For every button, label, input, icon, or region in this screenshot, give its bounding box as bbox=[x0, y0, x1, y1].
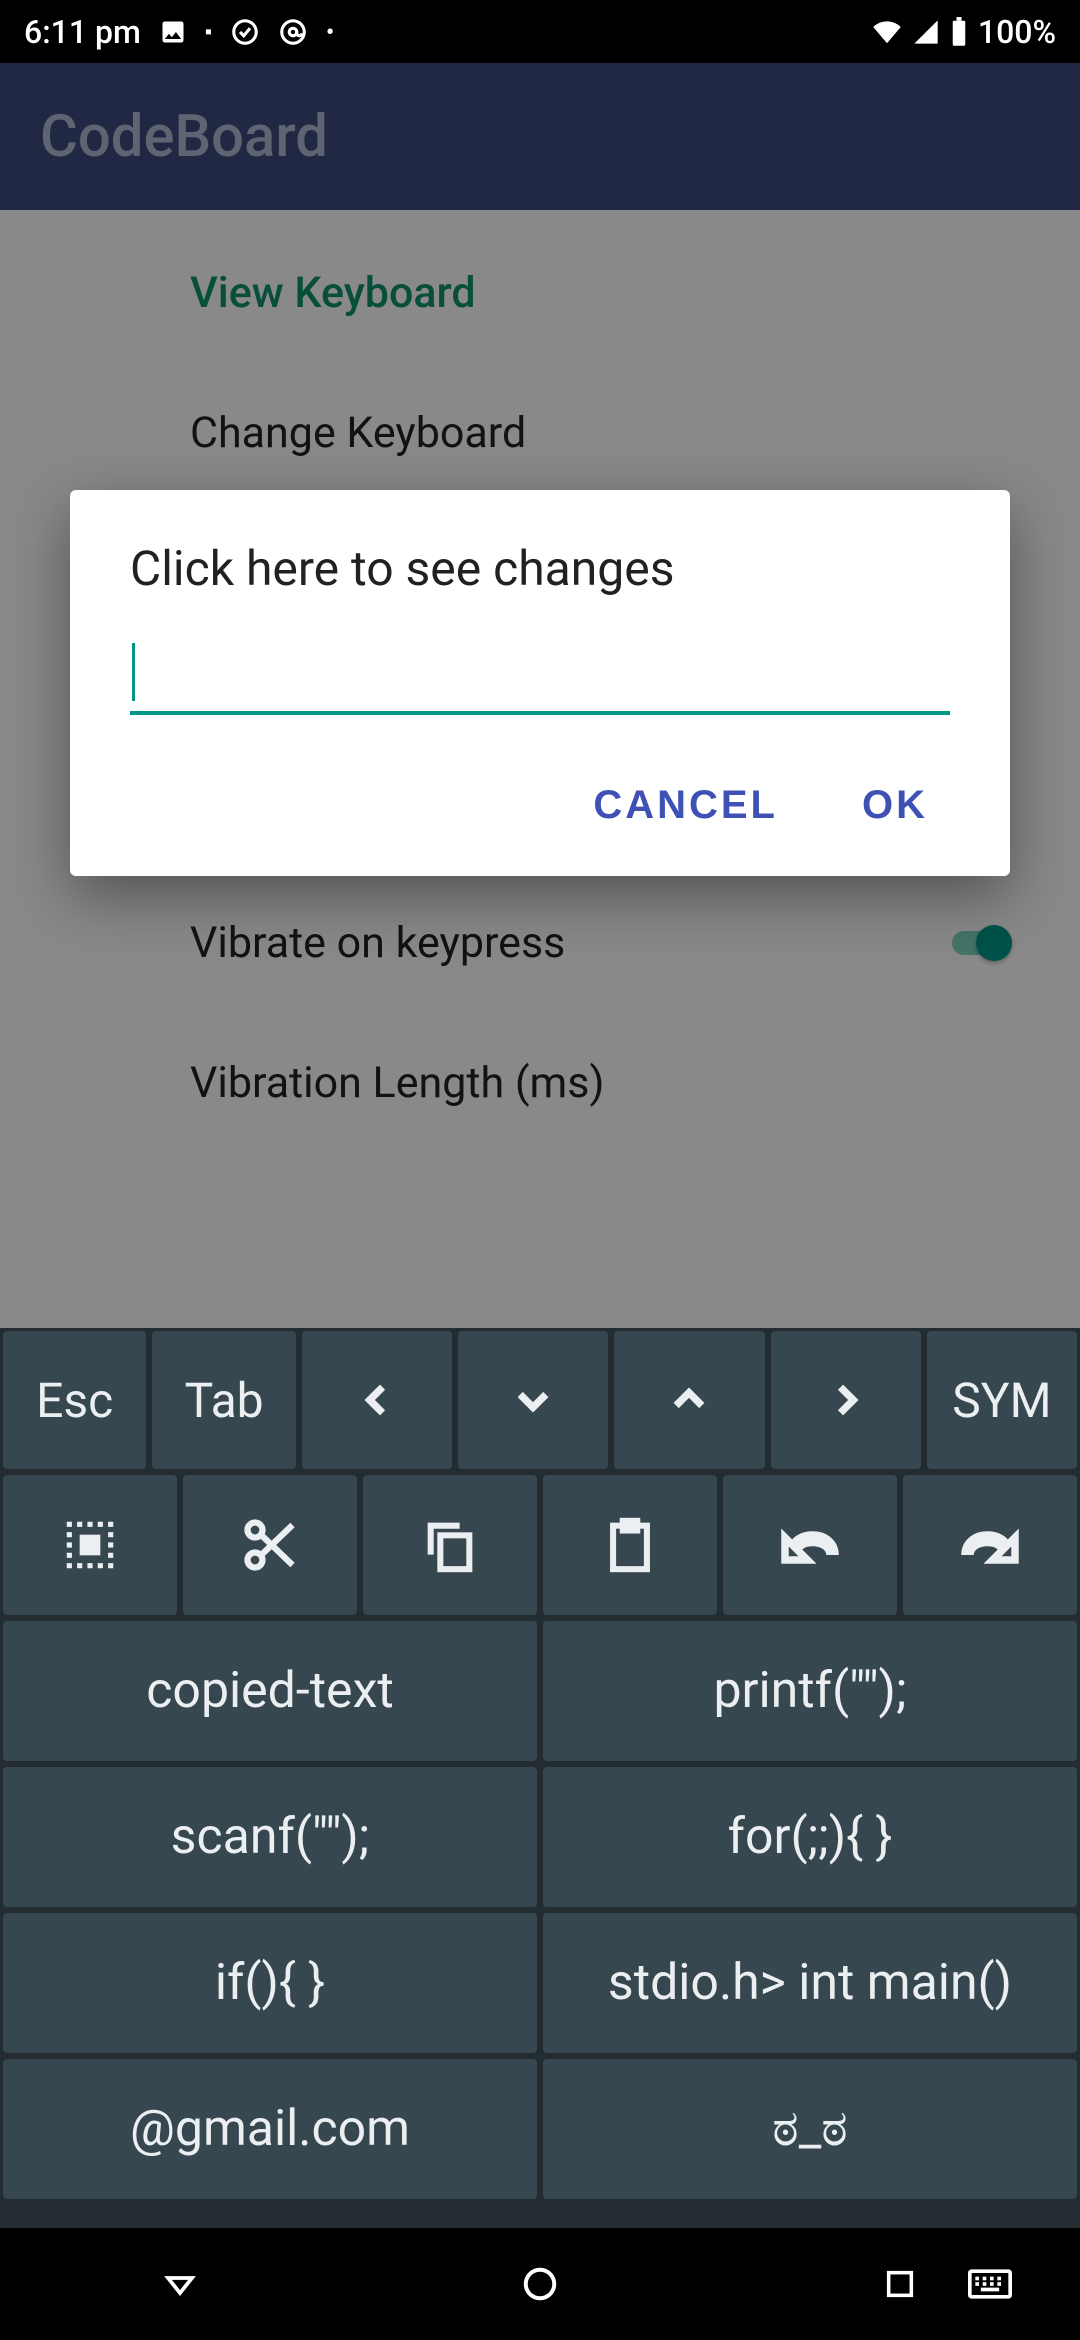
nav-back-button[interactable] bbox=[120, 2254, 240, 2314]
key-snippet-copied-text[interactable]: copied-text bbox=[3, 1621, 537, 1761]
back-triangle-down-icon bbox=[162, 2266, 198, 2302]
key-paste[interactable] bbox=[543, 1475, 717, 1615]
image-icon bbox=[159, 18, 187, 46]
at-circle-icon bbox=[278, 17, 308, 47]
status-bar: 6:11 pm ▪ • 100% bbox=[0, 0, 1080, 63]
key-sym[interactable]: SYM bbox=[927, 1331, 1077, 1469]
key-arrow-left[interactable] bbox=[302, 1331, 452, 1469]
key-snippet-for[interactable]: for(;;){ } bbox=[543, 1767, 1077, 1907]
key-snippet-if[interactable]: if(){ } bbox=[3, 1913, 537, 2053]
dialog: Click here to see changes CANCEL OK bbox=[70, 490, 1010, 876]
cut-icon bbox=[240, 1515, 300, 1575]
key-undo[interactable] bbox=[723, 1475, 897, 1615]
small-dot-icon: ▪ bbox=[205, 19, 212, 44]
nav-home-button[interactable] bbox=[480, 2254, 600, 2314]
wifi-icon bbox=[872, 17, 902, 47]
battery-percent: 100% bbox=[978, 13, 1056, 51]
nav-keyboard-switch-button[interactable] bbox=[930, 2254, 1050, 2314]
key-redo[interactable] bbox=[903, 1475, 1077, 1615]
cancel-button[interactable]: CANCEL bbox=[581, 765, 790, 846]
home-circle-icon bbox=[521, 2265, 559, 2303]
recent-square-icon bbox=[883, 2267, 917, 2301]
chevron-up-icon bbox=[667, 1378, 711, 1422]
text-cursor bbox=[132, 643, 135, 701]
undo-icon bbox=[779, 1525, 841, 1565]
checkmark-circle-icon bbox=[230, 17, 260, 47]
signal-icon bbox=[912, 18, 940, 46]
battery-icon bbox=[950, 17, 968, 47]
dialog-input-wrapper[interactable] bbox=[130, 637, 950, 715]
key-tab[interactable]: Tab bbox=[152, 1331, 295, 1469]
keyboard: Esc Tab SYM bbox=[0, 1328, 1080, 2228]
key-select-all[interactable] bbox=[3, 1475, 177, 1615]
redo-icon bbox=[959, 1525, 1021, 1565]
status-time: 6:11 pm bbox=[24, 13, 141, 51]
dialog-text-input[interactable] bbox=[130, 637, 950, 711]
key-arrow-up[interactable] bbox=[614, 1331, 764, 1469]
key-cut[interactable] bbox=[183, 1475, 357, 1615]
keyboard-icon bbox=[968, 2268, 1012, 2300]
key-snippet-scanf[interactable]: scanf(""); bbox=[3, 1767, 537, 1907]
dot-icon: • bbox=[326, 18, 334, 46]
key-snippet-gmail[interactable]: @gmail.com bbox=[3, 2059, 537, 2199]
copy-icon bbox=[421, 1516, 479, 1574]
chevron-left-icon bbox=[355, 1378, 399, 1422]
key-copy[interactable] bbox=[363, 1475, 537, 1615]
key-esc[interactable]: Esc bbox=[3, 1331, 146, 1469]
key-arrow-right[interactable] bbox=[771, 1331, 921, 1469]
key-snippet-stdio[interactable]: stdio.h> int main() bbox=[543, 1913, 1077, 2053]
clipboard-icon bbox=[601, 1516, 659, 1574]
key-arrow-down[interactable] bbox=[458, 1331, 608, 1469]
key-snippet-face[interactable]: ಠ_ಠ bbox=[543, 2059, 1077, 2199]
chevron-right-icon bbox=[824, 1378, 868, 1422]
navigation-bar bbox=[0, 2228, 1080, 2340]
chevron-down-icon bbox=[511, 1378, 555, 1422]
ok-button[interactable]: OK bbox=[850, 765, 940, 846]
dialog-title: Click here to see changes bbox=[130, 540, 950, 597]
select-all-icon bbox=[59, 1514, 121, 1576]
key-snippet-printf[interactable]: printf(""); bbox=[543, 1621, 1077, 1761]
